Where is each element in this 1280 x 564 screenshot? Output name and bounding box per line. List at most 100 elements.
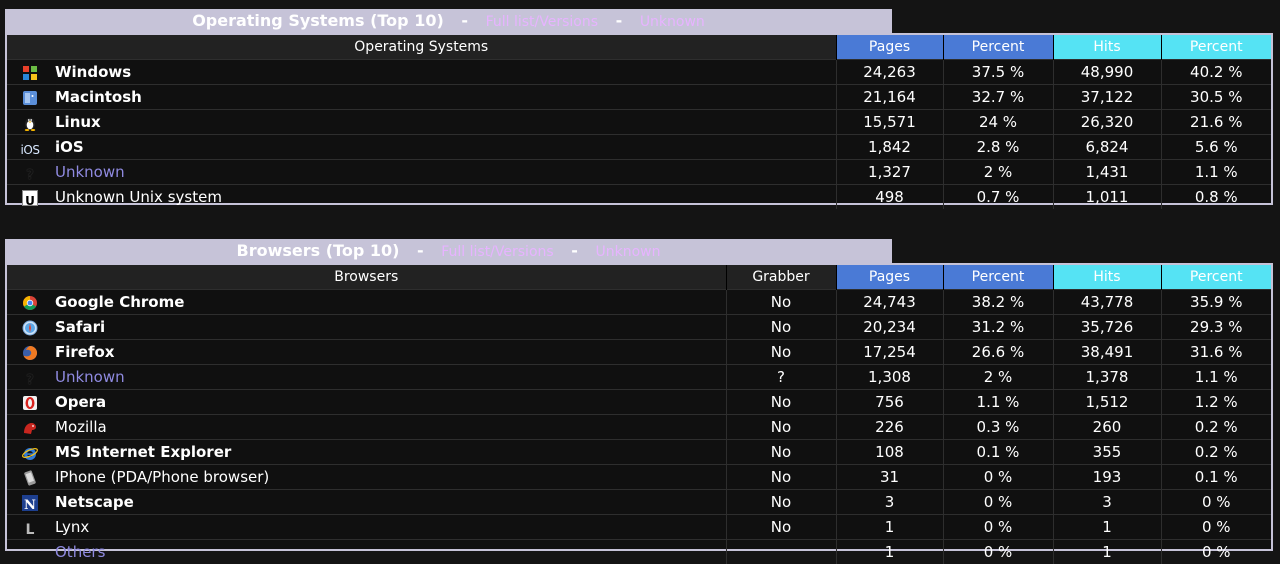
os-header-pages-percent: Percent [943, 35, 1053, 60]
os-header-hits: Hits [1053, 35, 1161, 60]
browser-grabber: No [726, 315, 836, 340]
browsers-header-hits: Hits [1053, 265, 1161, 290]
chrome-icon [22, 295, 38, 311]
browsers-header-grabber: Grabber [726, 265, 836, 290]
browser-grabber [726, 540, 836, 564]
os-table-header: Operating Systems Pages Percent Hits Per… [7, 35, 1271, 60]
browsers-title-separator-1: - [417, 241, 424, 260]
lynx-icon: L [22, 520, 38, 536]
os-hits-percent: 21.6 % [1161, 110, 1271, 135]
browser-pages: 17,254 [836, 340, 943, 365]
browser-hits-percent: 0.2 % [1161, 415, 1271, 440]
os-unknown-link[interactable]: Unknown [640, 14, 705, 30]
os-hits-percent: 30.5 % [1161, 85, 1271, 110]
browser-row-netscape: N Netscape No 3 0 % 3 0 % [7, 490, 1271, 515]
browser-name: Google Chrome [53, 290, 726, 315]
firefox-icon [22, 345, 38, 361]
os-pages: 24,263 [836, 60, 943, 85]
browser-row-opera: Opera No 756 1.1 % 1,512 1.2 % [7, 390, 1271, 415]
browser-name: IPhone (PDA/Phone browser) [53, 465, 726, 490]
browsers-header-pages: Pages [836, 265, 943, 290]
os-title-separator-1: - [461, 11, 468, 30]
unix-icon-glyph: U [25, 194, 35, 208]
browser-hits-percent: 31.6 % [1161, 340, 1271, 365]
browser-name: Lynx [53, 515, 726, 540]
browser-name[interactable]: Unknown [53, 365, 726, 390]
os-hits-percent: 40.2 % [1161, 60, 1271, 85]
browser-name: Safari [53, 315, 726, 340]
linux-icon [22, 115, 38, 131]
browser-pages-percent: 31.2 % [943, 315, 1053, 340]
os-pages-percent: 2.8 % [943, 135, 1053, 160]
os-hits: 26,320 [1053, 110, 1161, 135]
os-table-container: Operating Systems Pages Percent Hits Per… [5, 33, 1273, 205]
browser-row-firefox: Firefox No 17,254 26.6 % 38,491 31.6 % [7, 340, 1271, 365]
browsers-table-container: Browsers Grabber Pages Percent Hits Perc… [5, 263, 1273, 551]
os-header-pages: Pages [836, 35, 943, 60]
os-pages-percent: 32.7 % [943, 85, 1053, 110]
os-pages-percent: 24 % [943, 110, 1053, 135]
browser-row-chrome: Google Chrome No 24,743 38.2 % 43,778 35… [7, 290, 1271, 315]
browser-pages-percent: 0.3 % [943, 415, 1053, 440]
os-title: Operating Systems (Top 10) [192, 11, 444, 30]
browsers-title: Browsers (Top 10) [237, 241, 400, 260]
browser-hits: 38,491 [1053, 340, 1161, 365]
os-row-macintosh: Macintosh 21,164 32.7 % 37,122 30.5 % [7, 85, 1271, 110]
browser-hits: 355 [1053, 440, 1161, 465]
browser-grabber: No [726, 340, 836, 365]
os-hits-percent: 0.8 % [1161, 185, 1271, 210]
browsers-full-list-link[interactable]: Full list/Versions [441, 244, 553, 260]
browser-hits: 1,512 [1053, 390, 1161, 415]
os-pages: 1,842 [836, 135, 943, 160]
netscape-icon-glyph: N [24, 498, 36, 513]
browser-hits: 193 [1053, 465, 1161, 490]
browser-row-msie: MS Internet Explorer No 108 0.1 % 355 0.… [7, 440, 1271, 465]
browsers-header-label: Browsers [7, 265, 726, 290]
os-pages: 21,164 [836, 85, 943, 110]
browser-pages-percent: 0 % [943, 515, 1053, 540]
ios-icon-label: iOS [21, 143, 40, 157]
browser-pages-percent: 38.2 % [943, 290, 1053, 315]
browser-hits-percent: 1.1 % [1161, 365, 1271, 390]
os-full-list-link[interactable]: Full list/Versions [486, 14, 598, 30]
unknown-icon-glyph: ? [26, 373, 34, 388]
browser-pages-percent: 2 % [943, 365, 1053, 390]
browsers-table: Browsers Grabber Pages Percent Hits Perc… [7, 265, 1271, 564]
browser-name: MS Internet Explorer [53, 440, 726, 465]
windows-icon [22, 65, 38, 81]
browser-hits: 43,778 [1053, 290, 1161, 315]
browser-row-iphone: IPhone (PDA/Phone browser) No 31 0 % 193… [7, 465, 1271, 490]
browser-pages: 20,234 [836, 315, 943, 340]
os-header-label: Operating Systems [7, 35, 836, 60]
unknown-icon: ? [22, 370, 38, 386]
os-row-ios: iOS iOS 1,842 2.8 % 6,824 5.6 % [7, 135, 1271, 160]
os-name[interactable]: Unknown [53, 160, 836, 185]
os-hits: 1,011 [1053, 185, 1161, 210]
browsers-unknown-link[interactable]: Unknown [595, 244, 660, 260]
browser-hits-percent: 35.9 % [1161, 290, 1271, 315]
os-name: Windows [53, 60, 836, 85]
browser-hits-percent: 0 % [1161, 540, 1271, 564]
browsers-title-separator-2: - [571, 241, 578, 260]
os-name: Macintosh [53, 85, 836, 110]
browser-hits: 1 [1053, 540, 1161, 564]
os-header-hits-percent: Percent [1161, 35, 1271, 60]
browser-hits: 1 [1053, 515, 1161, 540]
browser-hits: 260 [1053, 415, 1161, 440]
browser-name[interactable]: Others [53, 540, 726, 564]
lynx-icon-glyph: L [26, 522, 35, 538]
os-pages: 498 [836, 185, 943, 210]
browser-pages: 1 [836, 515, 943, 540]
browsers-table-header: Browsers Grabber Pages Percent Hits Perc… [7, 265, 1271, 290]
os-section: Operating Systems (Top 10) - Full list/V… [5, 9, 1273, 205]
browser-pages: 226 [836, 415, 943, 440]
macintosh-icon [22, 90, 38, 106]
browser-name: Opera [53, 390, 726, 415]
browser-pages: 1,308 [836, 365, 943, 390]
browser-pages: 3 [836, 490, 943, 515]
browser-pages-percent: 0 % [943, 540, 1053, 564]
iphone-icon [22, 470, 38, 486]
browser-grabber: No [726, 415, 836, 440]
browser-hits-percent: 0.2 % [1161, 440, 1271, 465]
browser-pages-percent: 26.6 % [943, 340, 1053, 365]
